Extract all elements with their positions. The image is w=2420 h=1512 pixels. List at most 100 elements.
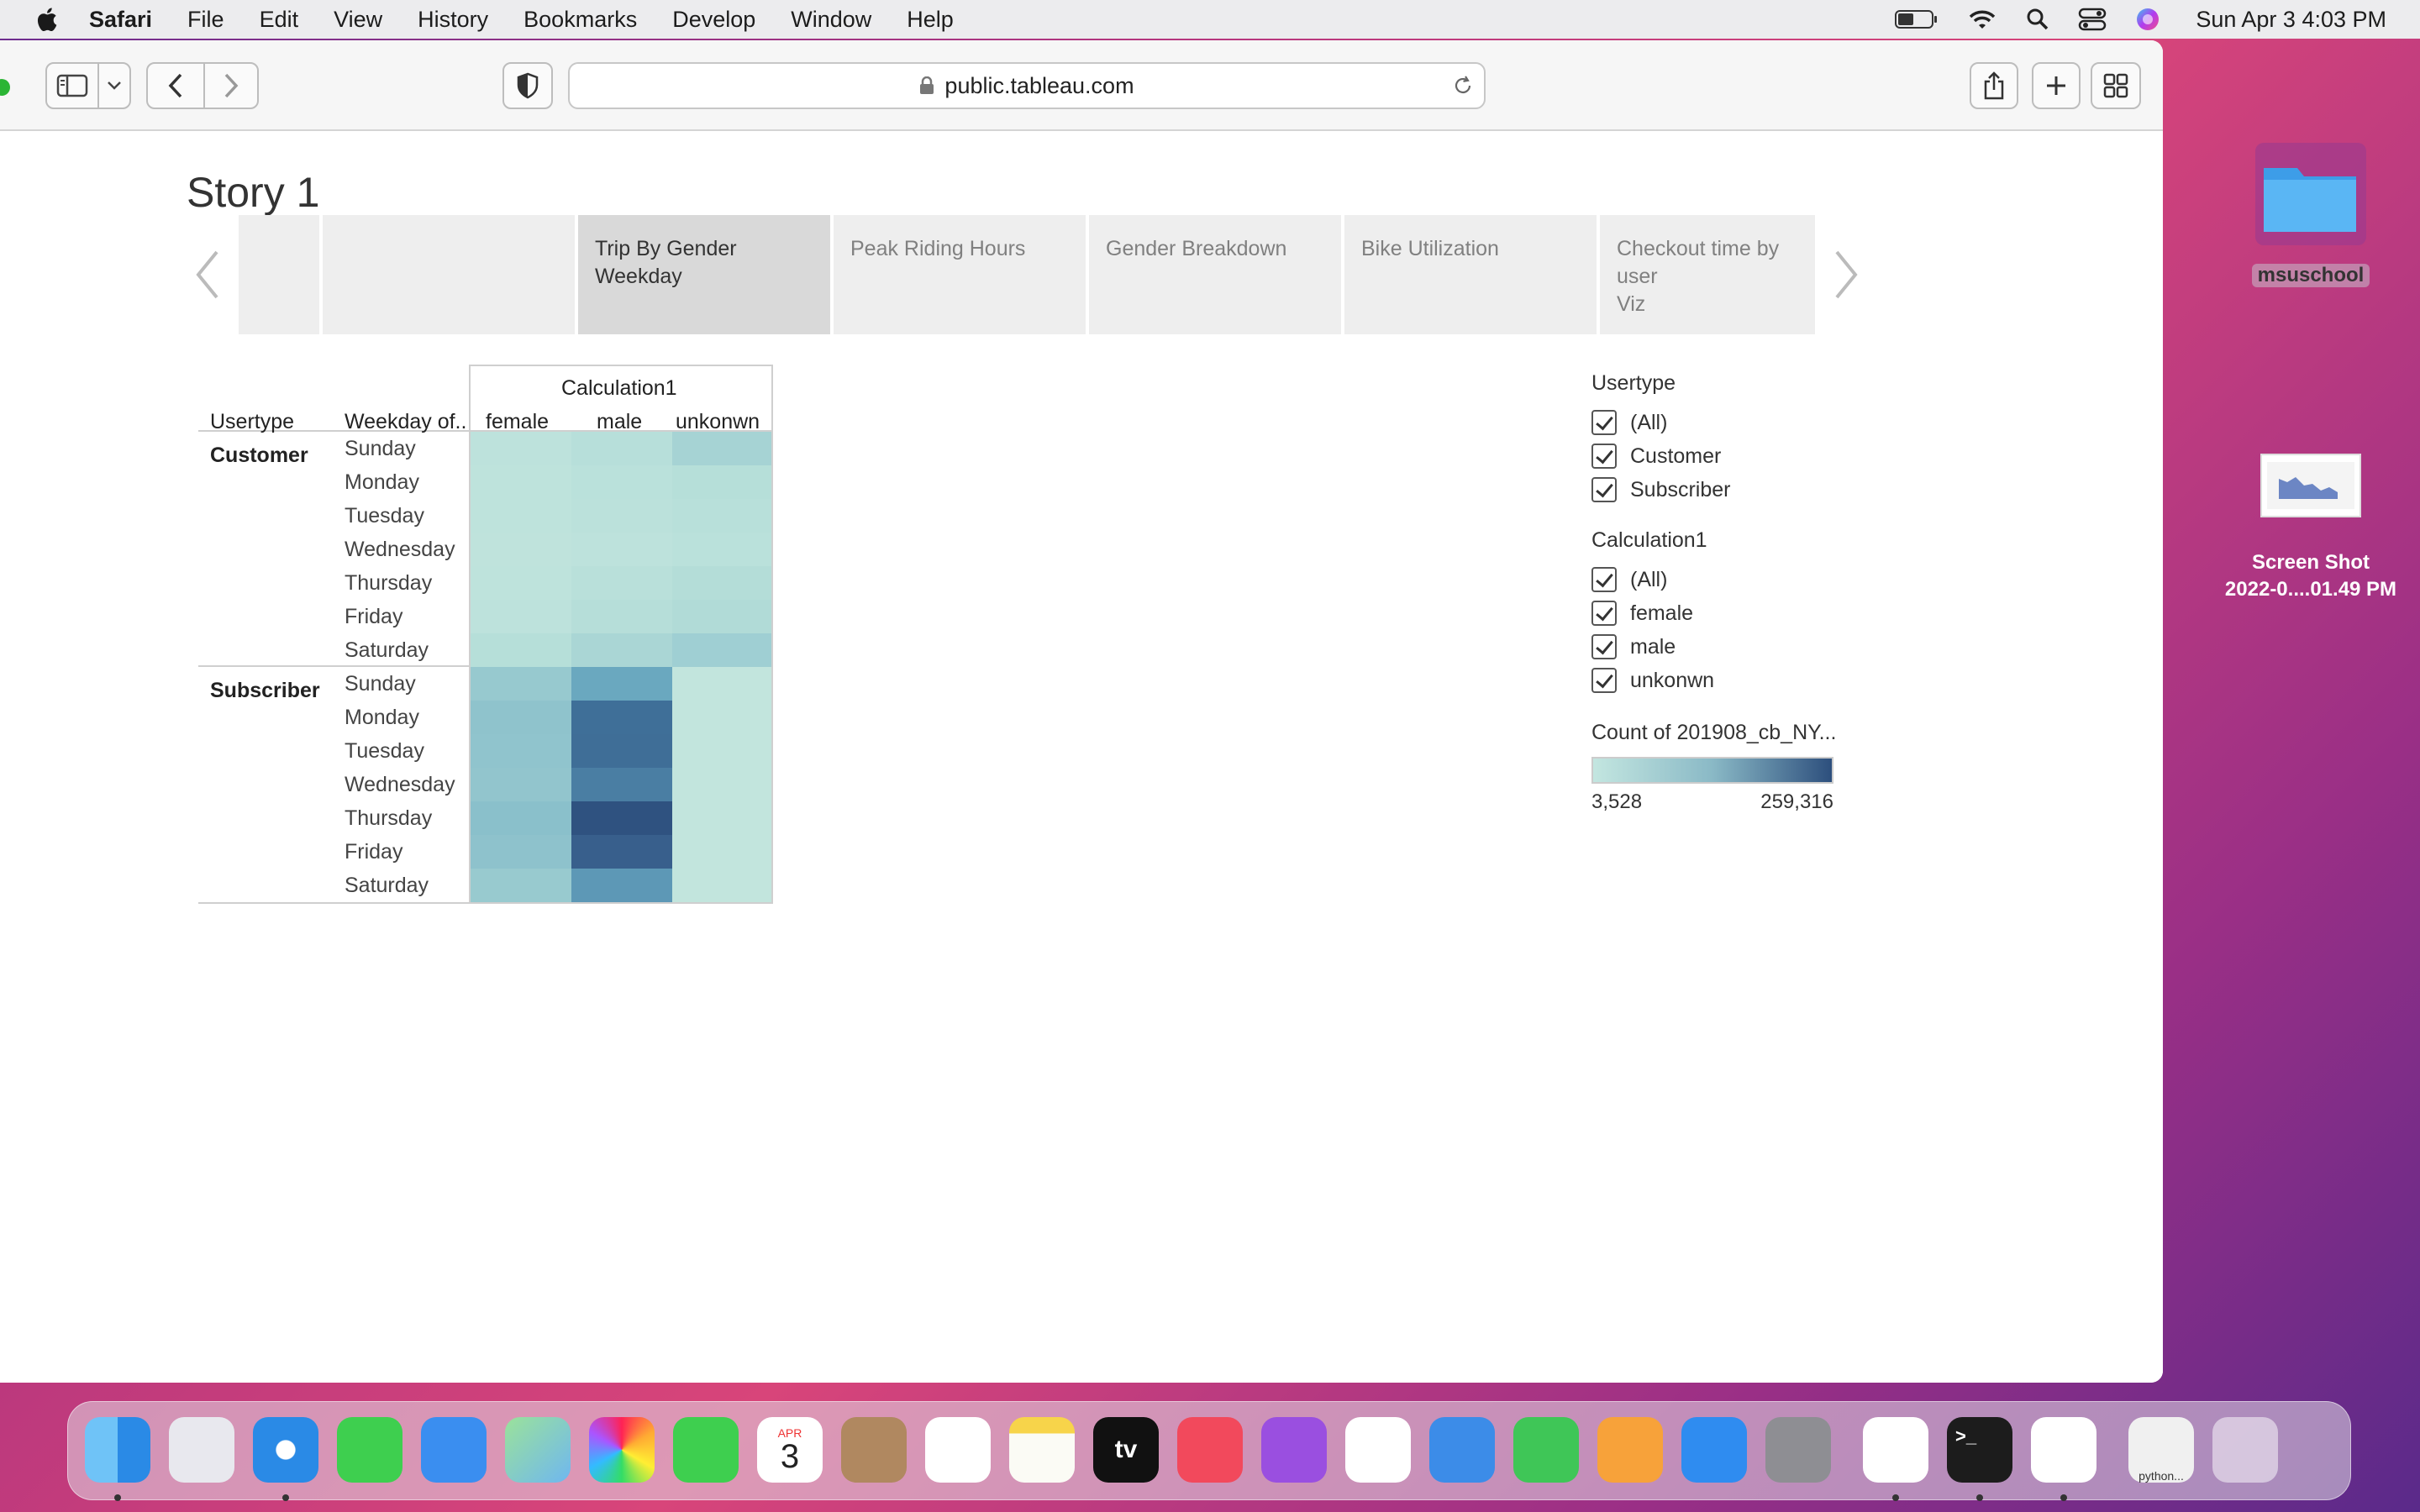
reload-icon[interactable]	[1452, 74, 1474, 97]
keynote-icon[interactable]	[1429, 1417, 1495, 1483]
story-point-tab[interactable]: Gender Breakdown	[1089, 215, 1341, 334]
usertype-label-customer[interactable]: Customer	[210, 444, 308, 468]
window-zoom-button[interactable]	[0, 79, 10, 96]
weekday-label[interactable]: Sunday	[345, 437, 416, 461]
python-window-icon[interactable]: python...	[2128, 1417, 2194, 1483]
checkbox-checked[interactable]	[1591, 668, 1617, 693]
story-next-arrow-icon[interactable]	[1832, 249, 1860, 301]
heatmap-cell[interactable]	[571, 734, 672, 768]
row-header-weekday[interactable]: Weekday of..	[345, 410, 466, 434]
heatmap-cell[interactable]	[571, 566, 672, 600]
menu-develop[interactable]: Develop	[672, 7, 755, 33]
filter-option-all[interactable]: (All)	[1591, 406, 1836, 439]
heatmap-cell[interactable]	[672, 869, 771, 902]
story-point-tab-active[interactable]: Trip By Gender Weekday	[578, 215, 830, 334]
usertype-label-subscriber[interactable]: Subscriber	[210, 679, 320, 703]
weekday-label[interactable]: Friday	[345, 605, 402, 629]
weekday-label[interactable]: Saturday	[345, 638, 429, 663]
facetime-icon[interactable]	[673, 1417, 739, 1483]
weekday-label[interactable]: Wednesday	[345, 773, 455, 797]
weekday-label[interactable]: Tuesday	[345, 504, 424, 528]
mail-icon[interactable]	[421, 1417, 487, 1483]
heatmap-cell[interactable]	[471, 768, 571, 801]
filter-option-subscriber[interactable]: Subscriber	[1591, 473, 1836, 507]
checkbox-checked[interactable]	[1591, 410, 1617, 435]
menu-edit[interactable]: Edit	[260, 7, 299, 33]
heatmap-cell[interactable]	[571, 465, 672, 499]
menu-app-safari[interactable]: Safari	[89, 7, 152, 33]
trash-icon[interactable]	[2212, 1417, 2278, 1483]
heatmap-cell[interactable]	[571, 533, 672, 566]
column-header-unkonwn[interactable]: unkonwn	[676, 410, 760, 434]
heatmap-cell[interactable]	[471, 633, 571, 667]
safari-icon[interactable]	[253, 1417, 318, 1483]
heatmap-cell[interactable]	[571, 869, 672, 902]
reminders-icon[interactable]	[925, 1417, 991, 1483]
story-point-tab[interactable]	[323, 215, 575, 334]
heatmap-cell[interactable]	[571, 633, 672, 667]
siri-icon[interactable]	[2135, 7, 2160, 32]
story-point-tab[interactable]	[239, 215, 319, 334]
checkbox-checked[interactable]	[1591, 634, 1617, 659]
desktop-folder[interactable]	[2252, 139, 2370, 265]
weekday-label[interactable]: Wednesday	[345, 538, 455, 562]
weekday-label[interactable]: Sunday	[345, 672, 416, 696]
color-legend-ramp[interactable]	[1591, 757, 1833, 784]
launchpad-icon[interactable]	[169, 1417, 234, 1483]
heatmap-cell[interactable]	[672, 533, 771, 566]
heatmap-cell[interactable]	[471, 734, 571, 768]
terminal-icon[interactable]: >_	[1947, 1417, 2012, 1483]
system-preferences-icon[interactable]	[1765, 1417, 1831, 1483]
privacy-report-button[interactable]	[502, 62, 553, 109]
column-group-header[interactable]: Calculation1	[561, 376, 677, 401]
filter-option-female[interactable]: female	[1591, 596, 1836, 630]
heatmap-cell[interactable]	[571, 432, 672, 465]
column-header-male[interactable]: male	[597, 410, 642, 434]
heatmap-cell[interactable]	[571, 667, 672, 701]
news-icon[interactable]	[1345, 1417, 1411, 1483]
weekday-label[interactable]: Monday	[345, 706, 419, 730]
weekday-label[interactable]: Monday	[345, 470, 419, 495]
photos-icon[interactable]	[589, 1417, 655, 1483]
forward-button[interactable]	[203, 62, 259, 109]
desktop-screenshot-thumbnail[interactable]	[2260, 454, 2361, 517]
numbers-icon[interactable]	[1513, 1417, 1579, 1483]
heatmap-cell[interactable]	[471, 465, 571, 499]
heatmap-cell[interactable]	[471, 533, 571, 566]
desktop-folder-label[interactable]: msuschool	[2252, 264, 2370, 287]
messages-icon[interactable]	[337, 1417, 402, 1483]
checkbox-checked[interactable]	[1591, 477, 1617, 502]
share-button[interactable]	[1970, 62, 2018, 109]
new-tab-button[interactable]	[2032, 62, 2081, 109]
heatmap-cell[interactable]	[571, 600, 672, 633]
maps-icon[interactable]	[505, 1417, 571, 1483]
filter-option-all[interactable]: (All)	[1591, 563, 1836, 596]
heatmap-cell[interactable]	[672, 801, 771, 835]
sidebar-menu-button[interactable]	[97, 62, 131, 109]
heatmap-cell[interactable]	[672, 432, 771, 465]
weekday-label[interactable]: Friday	[345, 840, 402, 864]
music-icon[interactable]	[1177, 1417, 1243, 1483]
checkbox-checked[interactable]	[1591, 567, 1617, 592]
spotlight-search-icon[interactable]	[2026, 8, 2049, 31]
row-header-usertype[interactable]: Usertype	[210, 410, 294, 434]
pages-icon[interactable]	[1597, 1417, 1663, 1483]
heatmap-cell[interactable]	[672, 633, 771, 667]
heatmap-cell[interactable]	[672, 499, 771, 533]
menu-clock[interactable]: Sun Apr 3 4:03 PM	[2196, 7, 2386, 33]
apple-menu-icon[interactable]	[34, 6, 59, 33]
desktop-screenshot-label-line1[interactable]: Screen Shot	[2202, 551, 2420, 575]
column-header-female[interactable]: female	[486, 410, 549, 434]
story-point-tab[interactable]: Peak Riding Hours	[834, 215, 1086, 334]
filter-option-customer[interactable]: Customer	[1591, 439, 1836, 473]
heatmap-cell[interactable]	[471, 869, 571, 902]
story-prev-arrow-icon[interactable]	[193, 249, 222, 301]
heatmap-cell[interactable]	[571, 499, 672, 533]
heatmap-cell[interactable]	[571, 801, 672, 835]
heatmap-cell[interactable]	[672, 465, 771, 499]
url-text[interactable]: public.tableau.com	[944, 73, 1134, 99]
heatmap-cell[interactable]	[672, 600, 771, 633]
menu-help[interactable]: Help	[907, 7, 954, 33]
filter-option-unkonwn[interactable]: unkonwn	[1591, 664, 1836, 697]
heatmap-cell[interactable]	[571, 835, 672, 869]
